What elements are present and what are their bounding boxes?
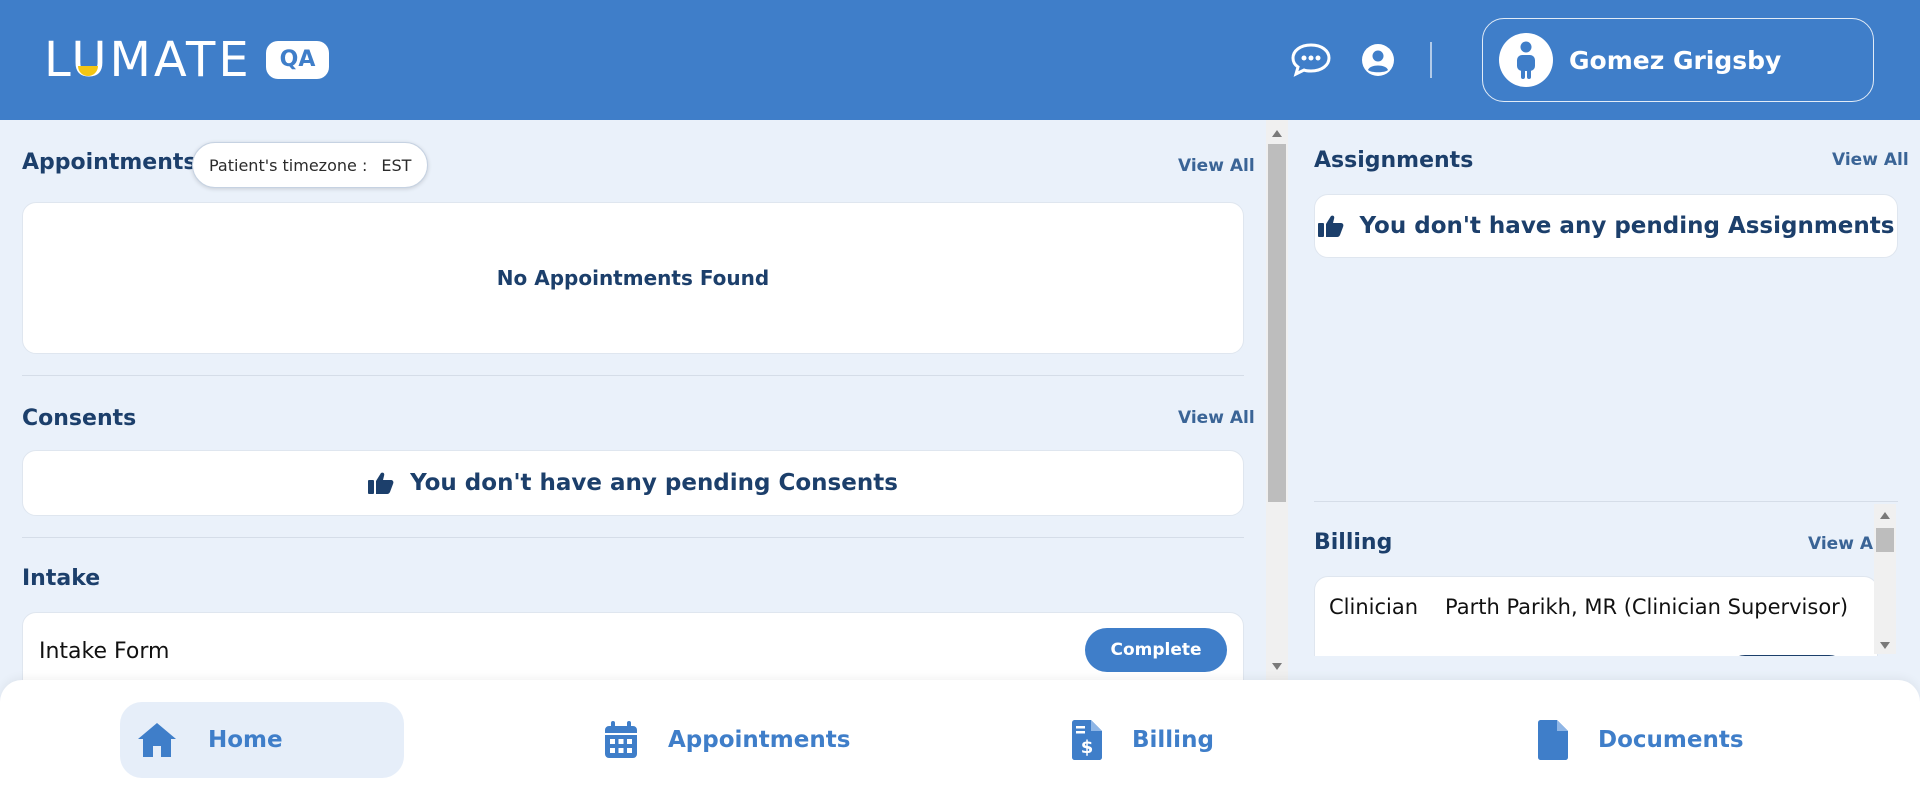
assignments-card: You don't have any pending Assignments [1314, 194, 1898, 258]
section-divider [22, 375, 1244, 376]
assignments-view-all-link[interactable]: View All [1832, 150, 1909, 170]
consents-view-all-link[interactable]: View All [1178, 408, 1255, 428]
appointments-view-all-link[interactable]: View All [1178, 156, 1255, 176]
user-profile-button[interactable]: Gomez Grigsby [1482, 18, 1874, 102]
nav-billing-label: Billing [1132, 727, 1214, 753]
header-divider [1430, 42, 1432, 78]
scroll-up-arrow[interactable] [1272, 130, 1282, 137]
left-panel-scrollbar[interactable] [1266, 120, 1288, 680]
appointments-empty-text: No Appointments Found [496, 266, 770, 290]
timezone-label: Patient's timezone : [209, 155, 368, 175]
section-divider [22, 537, 1244, 538]
nav-appointments[interactable]: Appointments [604, 702, 864, 778]
nav-documents-label: Documents [1598, 727, 1744, 753]
assignments-title: Assignments [1314, 148, 1474, 173]
logo-text: LUMATE [44, 32, 252, 88]
account-circle-icon[interactable] [1358, 40, 1398, 80]
timezone-value: EST [381, 155, 412, 175]
home-icon [138, 723, 176, 757]
billing-scrollbar[interactable] [1874, 504, 1896, 654]
scrollbar-thumb[interactable] [1876, 528, 1894, 552]
invoice-dollar-icon: $ [1072, 720, 1102, 760]
intake-form-name: Intake Form [39, 639, 170, 664]
left-content-panel: Appointments Patient's timezone : EST Vi… [0, 120, 1284, 680]
nav-documents[interactable]: Documents [1538, 702, 1798, 778]
scrollbar-thumb[interactable] [1268, 144, 1286, 502]
intake-title: Intake [22, 566, 101, 591]
consents-empty-text: You don't have any pending Consents [410, 470, 898, 496]
nav-home-label: Home [208, 727, 283, 753]
consents-card: You don't have any pending Consents [22, 450, 1244, 516]
consents-title: Consents [22, 406, 137, 431]
svg-text:$: $ [1081, 737, 1094, 758]
section-divider [1314, 501, 1898, 502]
scroll-up-arrow[interactable] [1880, 512, 1890, 519]
billing-title: Billing [1314, 530, 1393, 555]
user-avatar-icon [1499, 33, 1553, 87]
nav-billing[interactable]: $ Billing [1072, 702, 1312, 778]
consents-empty-message: You don't have any pending Consents [23, 451, 1243, 515]
scroll-down-arrow[interactable] [1272, 663, 1282, 670]
assignments-empty-text: You don't have any pending Assignments [1359, 213, 1895, 239]
calendar-icon [605, 721, 637, 758]
appointments-title: Appointments [22, 150, 197, 175]
nav-home[interactable]: Home [120, 702, 404, 778]
thumbs-up-icon [368, 472, 394, 494]
document-icon [1538, 720, 1568, 760]
billing-card-clip [1314, 656, 1878, 680]
intake-form-card: Intake Form Complete [22, 612, 1244, 680]
complete-intake-button[interactable]: Complete [1085, 628, 1227, 672]
user-name: Gomez Grigsby [1569, 45, 1782, 75]
right-content-panel: Assignments View All You don't have any … [1294, 120, 1920, 680]
thumbs-up-icon [1317, 215, 1343, 237]
scroll-down-arrow[interactable] [1880, 642, 1890, 649]
bottom-navigation: Home Appointments $ Billing Documents [0, 680, 1920, 800]
nav-appointments-label: Appointments [668, 727, 851, 753]
chat-icon[interactable] [1291, 40, 1331, 80]
environment-badge: QA [265, 41, 330, 79]
billing-clinician-name: Parth Parikh, MR (Clinician Supervisor) [1445, 595, 1849, 619]
billing-row-label: Clinician [1329, 595, 1419, 619]
timezone-pill: Patient's timezone : EST [192, 142, 429, 188]
appointments-card: No Appointments Found [22, 202, 1244, 354]
top-header: LUMATE QA Gomez Grigsby [0, 0, 1920, 120]
app-logo[interactable]: LUMATE QA [44, 32, 330, 88]
assignments-empty-message: You don't have any pending Assignments [1315, 195, 1897, 257]
